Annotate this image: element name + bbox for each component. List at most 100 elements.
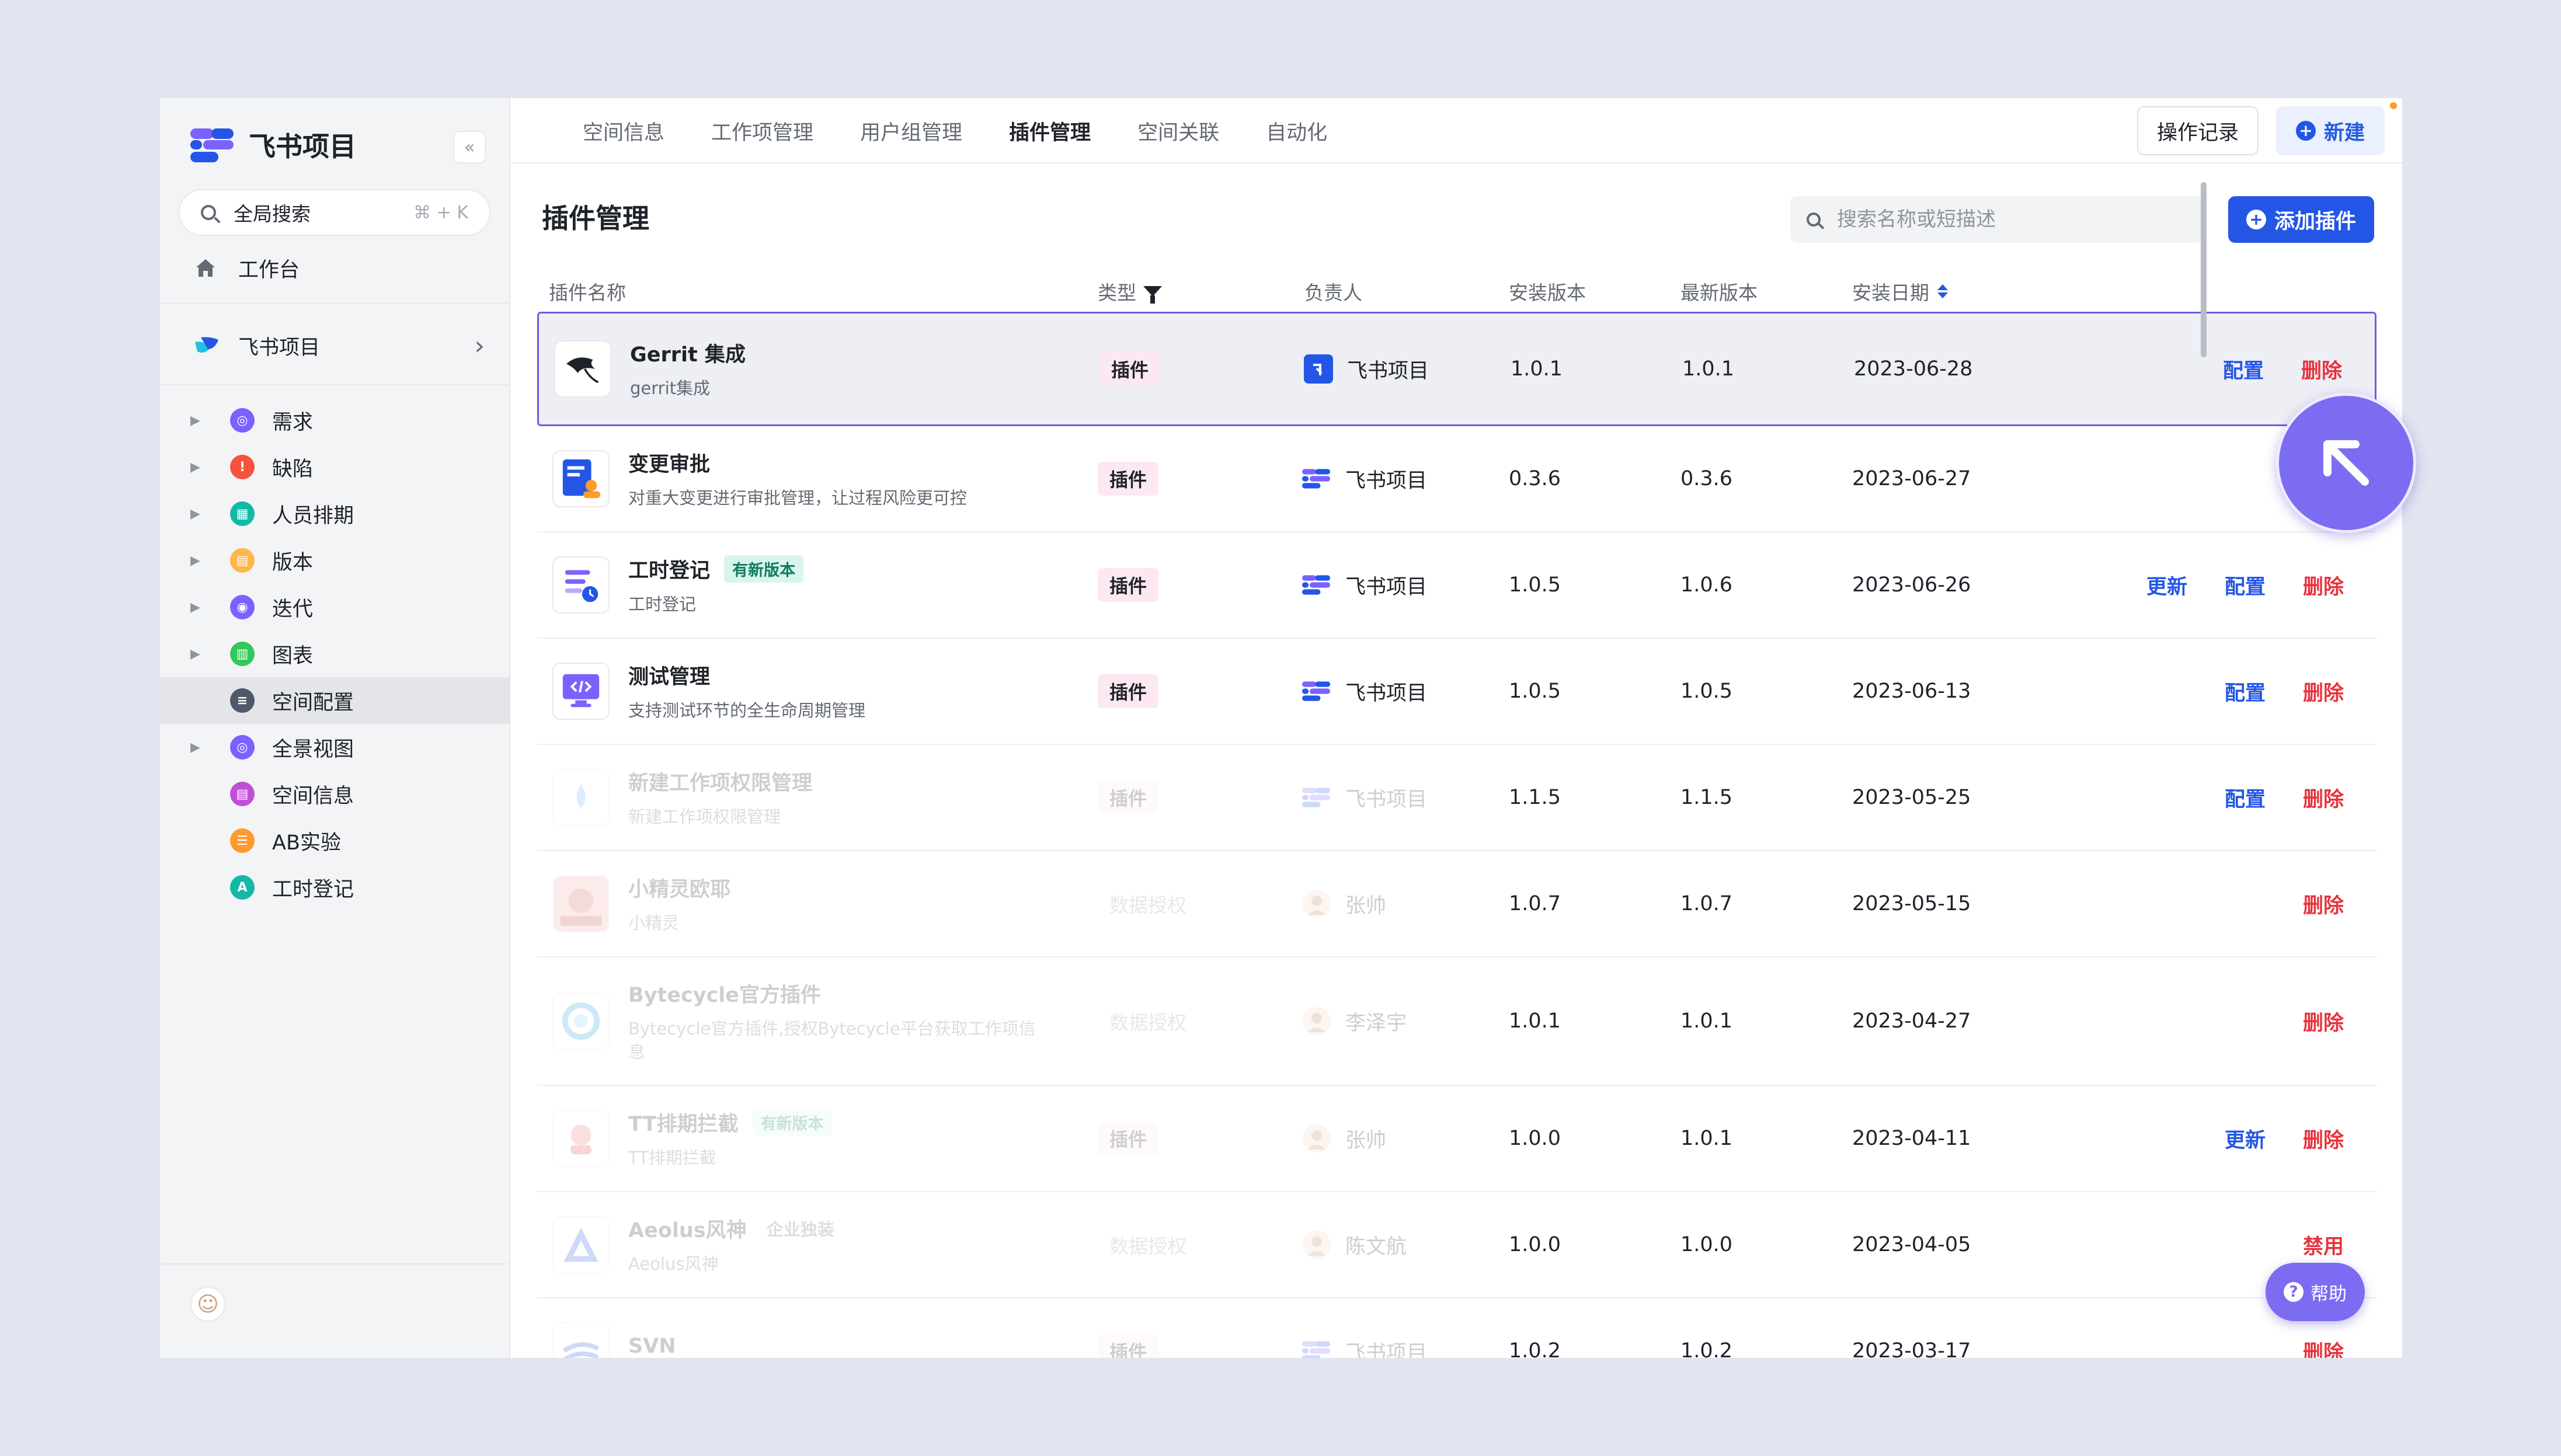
latest-version: 1.0.1 [1680, 1127, 1733, 1150]
sidebar-item-6[interactable]: ▶≡空间配置 [160, 677, 510, 724]
tab-0[interactable]: 空间信息 [583, 116, 664, 146]
sidebar-item-5[interactable]: ▶ ▥ 图表 [160, 631, 510, 677]
caret-right-icon[interactable]: ▶ [190, 460, 208, 475]
table-row[interactable]: 测试管理 支持测试环节的全生命周期管理 插件 飞书项目 1.0.5 1.0.5 … [537, 639, 2376, 745]
row-action-0[interactable]: 配置 [2225, 783, 2266, 813]
column-header-date[interactable]: 安装日期 [1852, 277, 1948, 305]
table-row[interactable]: 小精灵欧耶 小精灵 数据授权 张帅 1.0.7 1.0.7 2023-05-15… [537, 851, 2376, 957]
row-action-0[interactable]: 删除 [2303, 889, 2344, 919]
sidebar-item-3[interactable]: ▶ ▤ 版本 [160, 537, 510, 584]
table-row[interactable]: 工时登记 有新版本 工时登记 插件 飞书项目 1.0.5 1.0.6 2023-0… [537, 532, 2376, 639]
table-row[interactable]: Bytecycle官方插件 Bytecycle官方插件,授权Bytecycle平… [537, 957, 2376, 1086]
workspace-item-icon: ▤ [230, 782, 255, 806]
caret-right-icon[interactable]: ▶ [190, 507, 208, 521]
sidebar-item-10[interactable]: ▶A工时登记 [160, 864, 510, 911]
plugin-icon-cell [552, 1192, 611, 1297]
plugin-owner-cell: 飞书项目 [1302, 1298, 1427, 1358]
plugin-name[interactable]: Gerrit 集成 [630, 338, 746, 368]
caret-right-icon[interactable]: ▶ [190, 647, 208, 661]
installed-version: 1.1.5 [1509, 786, 1561, 809]
filter-icon[interactable] [1143, 286, 1162, 304]
plugin-name-cell: 新建工作项权限管理 新建工作项权限管理 [628, 745, 1072, 850]
plugin-name[interactable]: Aeolus风神 [628, 1214, 747, 1243]
plugin-name[interactable]: 新建工作项权限管理 [628, 767, 812, 796]
plugin-name[interactable]: SVN [628, 1335, 676, 1358]
plugin-type-cell: 数据授权 [1098, 1192, 1198, 1297]
row-action-0[interactable]: 删除 [2303, 1336, 2344, 1359]
owner-name: 飞书项目 [1347, 359, 1429, 383]
tab-1[interactable]: 工作项管理 [711, 116, 813, 146]
sidebar-item-8[interactable]: ▶▤空间信息 [160, 771, 510, 817]
tab-4[interactable]: 空间关联 [1137, 116, 1219, 146]
install-date: 2023-05-15 [1852, 892, 1971, 915]
install-date: 2023-04-27 [1852, 1009, 1971, 1033]
owner-name: 张帅 [1345, 1128, 1387, 1152]
row-action-2[interactable]: 删除 [2303, 570, 2344, 600]
row-action-0[interactable]: 配置 [2225, 677, 2266, 706]
operation-log-button[interactable]: 操作记录 [2137, 106, 2259, 155]
add-plugin-button[interactable]: + 添加插件 [2228, 196, 2374, 243]
plugin-description: 支持测试环节的全生命周期管理 [628, 700, 866, 720]
tab-5[interactable]: 自动化 [1266, 116, 1327, 146]
sidebar-item-label: 空间信息 [272, 784, 354, 808]
app-logo[interactable]: 飞书项目 [190, 121, 494, 168]
table-scrollbar[interactable] [2201, 182, 2207, 357]
sidebar-item-label: 版本 [272, 551, 314, 574]
owner-name: 飞书项目 [1345, 788, 1428, 811]
sidebar-item-workbench[interactable]: 工作台 [195, 248, 300, 288]
new-button[interactable]: + 新建 [2275, 106, 2385, 155]
search-shortcut: ⌘ + K [413, 202, 468, 223]
table-row[interactable]: 变更审批 对重大变更进行审批管理，让过程风险更可控 插件 飞书项目 0.3.6 … [537, 426, 2376, 532]
caret-right-icon[interactable]: ▶ [190, 740, 208, 755]
plugin-icon-cell [552, 1298, 611, 1358]
table-body: Gerrit 集成 gerrit集成 插件 飞书项目 1.0.1 1.0.1 2… [537, 312, 2376, 1358]
sidebar-item-9[interactable]: ▶☰AB实验 [160, 817, 510, 864]
plugin-search-input[interactable] [1837, 208, 2187, 231]
user-avatar[interactable]: ☺ [190, 1287, 225, 1322]
row-action-0[interactable]: 更新 [2146, 570, 2187, 600]
row-action-1[interactable]: 删除 [2301, 354, 2342, 384]
sidebar-divider [160, 302, 510, 304]
plugin-name[interactable]: 测试管理 [628, 660, 710, 690]
plugin-name[interactable]: 小精灵欧耶 [628, 873, 730, 903]
plugin-owner-cell: 李泽宇 [1302, 957, 1407, 1085]
table-row[interactable]: Aeolus风神 企业独装 Aeolus风神 数据授权 陈文航 1.0.0 1.0… [537, 1192, 2376, 1298]
row-actions: 配置 删除 [2052, 639, 2344, 744]
table-row[interactable]: Gerrit 集成 gerrit集成 插件 飞书项目 1.0.1 1.0.1 2… [537, 312, 2376, 426]
sidebar-item-2[interactable]: ▶ ▦ 人员排期 [160, 490, 510, 537]
row-action-0[interactable]: 删除 [2303, 1006, 2344, 1036]
column-header-type-label: 类型 [1098, 281, 1136, 304]
sidebar-item-1[interactable]: ▶! 缺陷 [160, 444, 510, 490]
collapse-sidebar-button[interactable]: « [453, 131, 486, 163]
table-row[interactable]: SVN 插件 飞书项目 1.0.2 1.0.2 2023-03-17 删除 [537, 1298, 2376, 1358]
sort-icon[interactable] [1937, 284, 1948, 298]
sidebar-item-0[interactable]: ▶ ◎ 需求 [160, 397, 510, 444]
row-action-0[interactable]: 禁用 [2303, 1230, 2344, 1260]
row-action-1[interactable]: 配置 [2225, 570, 2266, 600]
tab-3[interactable]: 插件管理 [1009, 116, 1091, 146]
plus-circle-icon: + [2295, 121, 2316, 141]
plugin-owner-cell: 飞书项目 [1302, 426, 1427, 531]
global-search-button[interactable]: 全局搜索 ⌘ + K [179, 189, 490, 236]
space-switcher[interactable]: 飞书项目 › [193, 322, 485, 369]
tt-icon [552, 1110, 610, 1167]
sidebar-item-7[interactable]: ▶ ◎ 全景视图 [160, 724, 510, 771]
row-action-0[interactable]: 配置 [2223, 354, 2264, 384]
row-action-1[interactable]: 删除 [2303, 1124, 2344, 1154]
caret-right-icon[interactable]: ▶ [190, 600, 208, 615]
row-action-1[interactable]: 删除 [2303, 677, 2344, 706]
caret-right-icon[interactable]: ▶ [190, 413, 208, 428]
plugin-name[interactable]: Bytecycle官方插件 [628, 978, 821, 1008]
tab-2[interactable]: 用户组管理 [860, 116, 962, 146]
help-button[interactable]: ? 帮助 [2266, 1263, 2365, 1321]
sidebar-item-label: 需求 [272, 410, 314, 434]
sidebar-item-4[interactable]: ▶ ◉ 迭代 [160, 584, 510, 631]
table-row[interactable]: TT排期拦截 有新版本 TT排期拦截 插件 张帅 1.0.0 1.0.1 2023… [537, 1086, 2376, 1192]
row-action-0[interactable]: 更新 [2225, 1124, 2266, 1154]
table-row[interactable]: 新建工作项权限管理 新建工作项权限管理 插件 飞书项目 1.1.5 1.1.5 … [537, 745, 2376, 851]
plugin-name[interactable]: 工时登记 [628, 554, 710, 584]
plugin-name[interactable]: 变更审批 [628, 448, 710, 478]
caret-right-icon[interactable]: ▶ [190, 553, 208, 568]
row-action-1[interactable]: 删除 [2303, 783, 2344, 813]
plugin-name[interactable]: TT排期拦截 [628, 1107, 739, 1137]
